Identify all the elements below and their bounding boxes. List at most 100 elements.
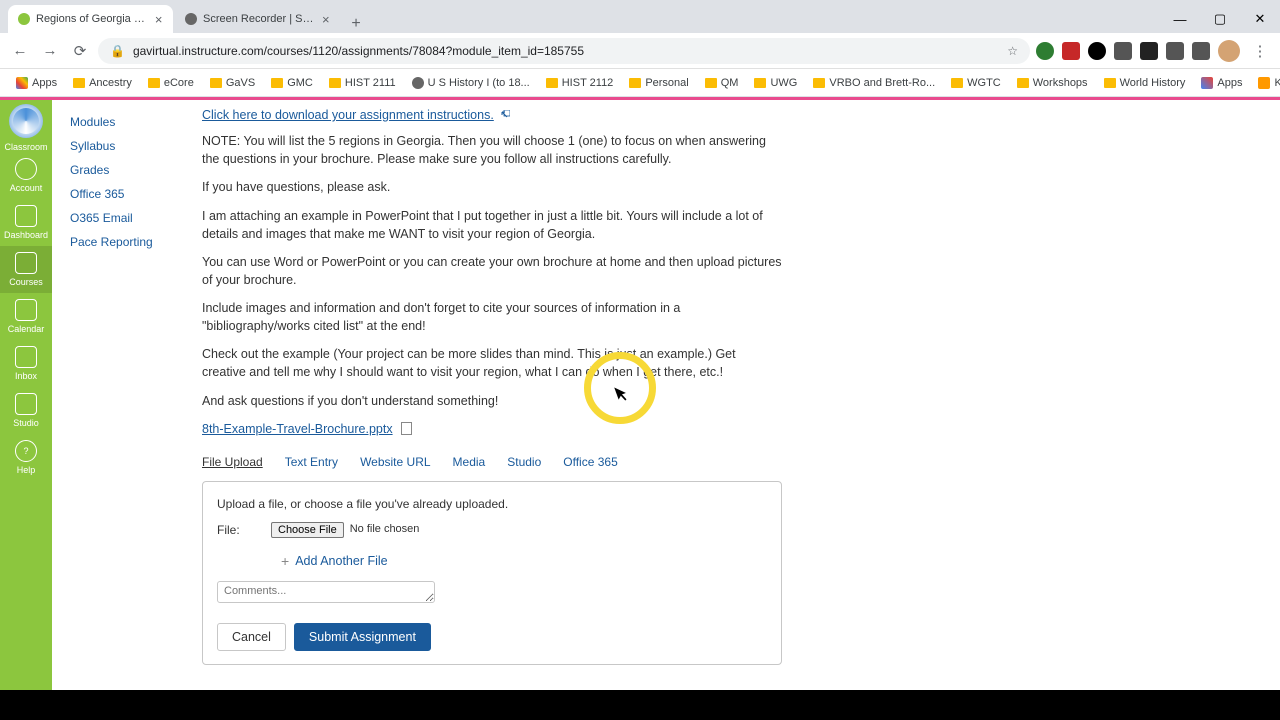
- cancel-button[interactable]: Cancel: [217, 623, 286, 651]
- close-icon[interactable]: ×: [322, 13, 330, 25]
- tab-website-url[interactable]: Website URL: [360, 454, 430, 475]
- apps-icon: [1201, 77, 1213, 89]
- browser-tabstrip: Regions of Georgia Brochure As × Screen …: [0, 0, 1280, 33]
- new-tab-button[interactable]: +: [342, 15, 370, 33]
- tab-favicon: [18, 13, 30, 25]
- extension-icon[interactable]: [1036, 42, 1054, 60]
- upload-help-text: Upload a file, or choose a file you've a…: [217, 496, 767, 513]
- bookmark-item[interactable]: eCore: [140, 77, 202, 89]
- extensions-menu-icon[interactable]: [1192, 42, 1210, 60]
- nav-courses[interactable]: Courses: [0, 246, 52, 293]
- star-icon[interactable]: ☆: [1007, 44, 1018, 58]
- course-nav-grades[interactable]: Grades: [70, 158, 184, 182]
- tab-favicon: [185, 13, 197, 25]
- submission-tabs: File Upload Text Entry Website URL Media…: [202, 454, 1250, 475]
- example-file-link[interactable]: 8th-Example-Travel-Brochure.pptx: [202, 422, 393, 436]
- bookmark-item[interactable]: Workshops: [1009, 77, 1096, 89]
- folder-icon: [813, 78, 825, 88]
- assignment-content: Click here to download your assignment i…: [196, 100, 1280, 690]
- bookmark-item[interactable]: HIST 2111: [321, 77, 404, 89]
- menu-icon[interactable]: ⋮: [1248, 39, 1272, 63]
- institution-logo[interactable]: [9, 104, 43, 138]
- close-button[interactable]: ✕: [1240, 5, 1280, 33]
- bookmark-item[interactable]: HIST 2112: [538, 77, 622, 89]
- folder-icon: [73, 78, 85, 88]
- nav-inbox[interactable]: Inbox: [0, 340, 52, 387]
- bookmark-item[interactable]: VRBO and Brett-Ro...: [805, 77, 943, 89]
- bookmark-item[interactable]: QM: [697, 77, 747, 89]
- upload-panel: Upload a file, or choose a file you've a…: [202, 481, 782, 664]
- folder-icon: [754, 78, 766, 88]
- global-nav: Classroom Account Dashboard Courses Cale…: [0, 100, 52, 690]
- nav-calendar[interactable]: Calendar: [0, 293, 52, 340]
- bookmark-item[interactable]: GaVS: [202, 77, 263, 89]
- maximize-button[interactable]: ▢: [1200, 5, 1240, 33]
- course-nav-syllabus[interactable]: Syllabus: [70, 134, 184, 158]
- folder-icon: [705, 78, 717, 88]
- course-nav-pace[interactable]: Pace Reporting: [70, 230, 184, 254]
- extensions: ⋮: [1036, 39, 1272, 63]
- bookmark-item[interactable]: Kindle Cloud Reader: [1250, 77, 1280, 89]
- bookmark-apps[interactable]: Apps: [8, 77, 65, 89]
- course-nav-modules[interactable]: Modules: [70, 110, 184, 134]
- close-icon[interactable]: ×: [154, 13, 163, 25]
- instruction-check: Check out the example (Your project can …: [202, 345, 782, 381]
- external-link-icon: [500, 107, 510, 117]
- bookmark-item[interactable]: World History: [1096, 77, 1194, 89]
- course-nav-o365email[interactable]: O365 Email: [70, 206, 184, 230]
- bookmark-item[interactable]: WGTC: [943, 77, 1009, 89]
- tab-text-entry[interactable]: Text Entry: [285, 454, 338, 475]
- studio-icon: [15, 393, 37, 415]
- help-icon: ?: [15, 440, 37, 462]
- folder-icon: [629, 78, 641, 88]
- reload-button[interactable]: ⟳: [68, 39, 92, 63]
- choose-file-button[interactable]: Choose File: [271, 522, 344, 538]
- folder-icon: [329, 78, 341, 88]
- course-nav-office365[interactable]: Office 365: [70, 182, 184, 206]
- submit-assignment-button[interactable]: Submit Assignment: [294, 623, 431, 651]
- extension-icon[interactable]: [1062, 42, 1080, 60]
- folder-icon: [271, 78, 283, 88]
- browser-tab-inactive[interactable]: Screen Recorder | Screencast-O ×: [175, 5, 340, 33]
- nav-dashboard[interactable]: Dashboard: [0, 199, 52, 246]
- address-bar[interactable]: 🔒 gavirtual.instructure.com/courses/1120…: [98, 38, 1030, 64]
- comments-input[interactable]: [217, 581, 435, 603]
- download-instructions-link[interactable]: Click here to download your assignment i…: [202, 108, 494, 122]
- extension-icon[interactable]: [1114, 42, 1132, 60]
- instruction-note: NOTE: You will list the 5 regions in Geo…: [202, 132, 782, 168]
- bookmark-item[interactable]: Personal: [621, 77, 696, 89]
- inbox-icon: [15, 346, 37, 368]
- bookmark-item[interactable]: Apps: [1193, 77, 1250, 89]
- instruction-attach: I am attaching an example in PowerPoint …: [202, 207, 782, 243]
- tab-title: Screen Recorder | Screencast-O: [203, 13, 316, 25]
- tab-studio[interactable]: Studio: [507, 454, 541, 475]
- file-status: No file chosen: [350, 522, 420, 538]
- bookmark-item[interactable]: GMC: [263, 77, 321, 89]
- tab-file-upload[interactable]: File Upload: [202, 454, 263, 475]
- browser-tab-active[interactable]: Regions of Georgia Brochure As ×: [8, 5, 173, 33]
- plus-icon: +: [281, 551, 289, 571]
- bookmark-item[interactable]: Ancestry: [65, 77, 140, 89]
- nav-account[interactable]: Account: [0, 152, 52, 199]
- bookmark-item[interactable]: U S History I (to 18...: [404, 77, 538, 89]
- file-label: File:: [217, 522, 265, 539]
- extension-icon[interactable]: [1140, 42, 1158, 60]
- instruction-tool: You can use Word or PowerPoint or you ca…: [202, 253, 782, 289]
- forward-button[interactable]: →: [38, 39, 62, 63]
- tab-office365[interactable]: Office 365: [563, 454, 617, 475]
- nav-studio[interactable]: Studio: [0, 387, 52, 434]
- account-icon: [15, 158, 37, 180]
- tab-media[interactable]: Media: [453, 454, 486, 475]
- bookmark-item[interactable]: UWG: [746, 77, 805, 89]
- minimize-button[interactable]: —: [1160, 5, 1200, 33]
- nav-help[interactable]: ? Help: [0, 434, 52, 481]
- add-another-file-link[interactable]: + Add Another File: [281, 551, 767, 571]
- extension-icon[interactable]: [1166, 42, 1184, 60]
- back-button[interactable]: ←: [8, 39, 32, 63]
- folder-icon: [1104, 78, 1116, 88]
- windows-taskbar[interactable]: [0, 690, 1280, 720]
- profile-avatar[interactable]: [1218, 40, 1240, 62]
- extension-icon[interactable]: [1088, 42, 1106, 60]
- folder-icon: [546, 78, 558, 88]
- lock-icon: 🔒: [110, 44, 125, 58]
